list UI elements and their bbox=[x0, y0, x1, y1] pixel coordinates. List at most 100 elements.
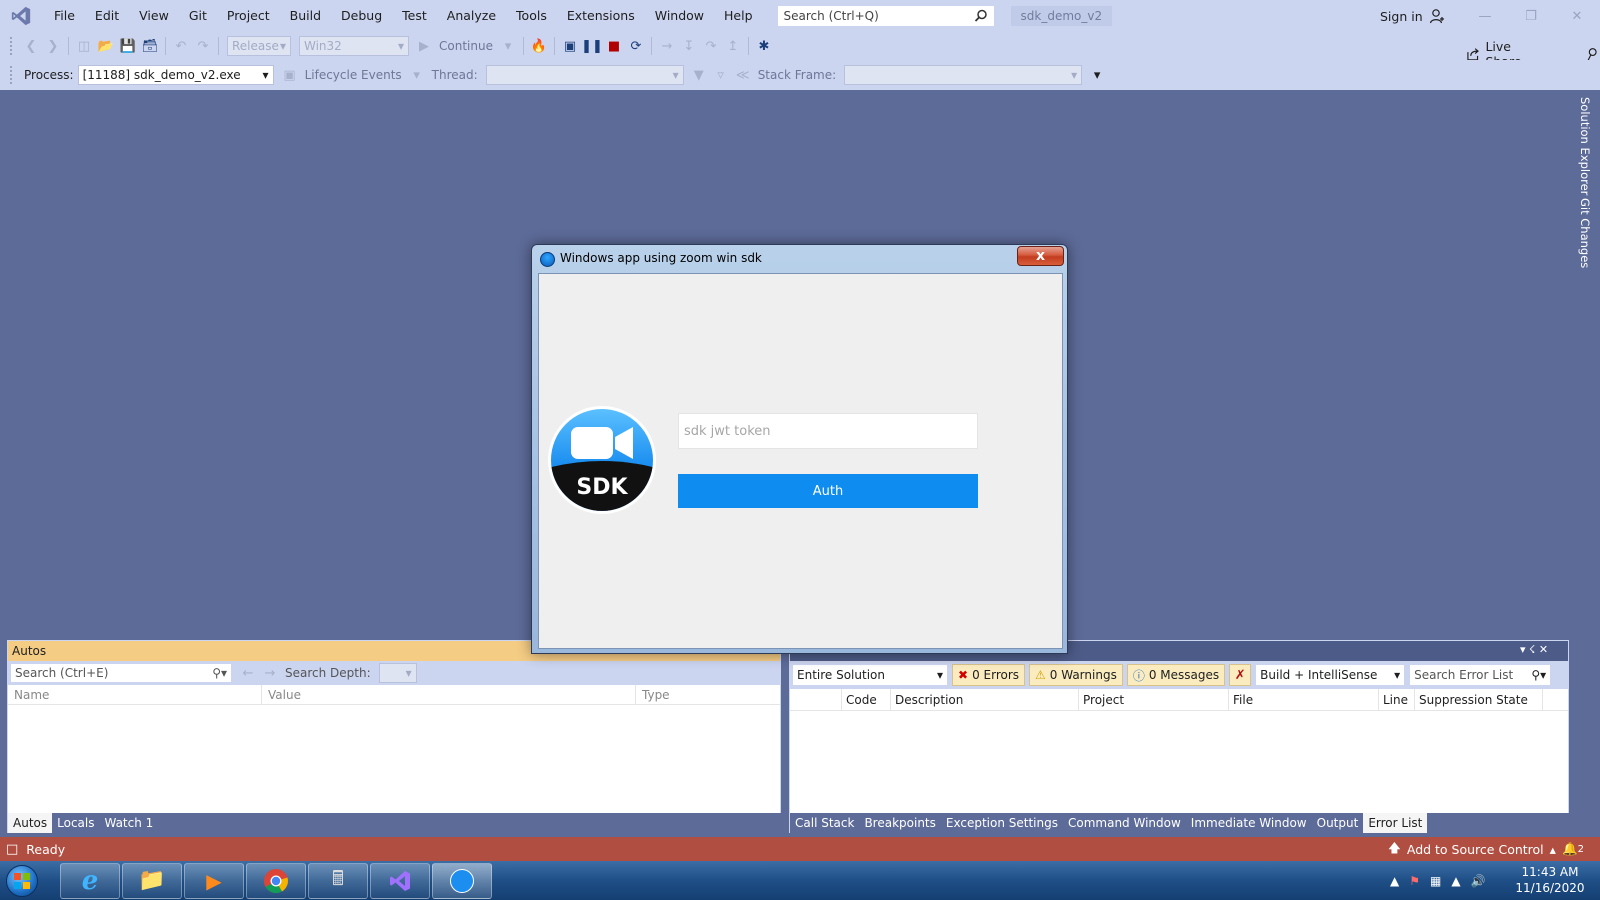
error-scope-select[interactable]: Entire Solution ▾ bbox=[792, 664, 948, 686]
column-suppression-state[interactable]: Suppression State bbox=[1415, 688, 1543, 711]
pause-icon[interactable]: ❚❚ bbox=[581, 36, 603, 56]
tab-autos[interactable]: Autos bbox=[8, 813, 53, 833]
lifecycle-events-button[interactable]: Lifecycle Events bbox=[305, 68, 402, 82]
taskbar-visual-studio[interactable] bbox=[370, 862, 430, 899]
column-project[interactable]: Project bbox=[1079, 688, 1229, 711]
taskbar-file-explorer[interactable]: 📁 bbox=[122, 862, 182, 899]
menu-build[interactable]: Build bbox=[280, 0, 331, 32]
tab-output[interactable]: Output bbox=[1312, 813, 1364, 833]
sign-in-button[interactable]: Sign in bbox=[1380, 8, 1445, 24]
jwt-token-input[interactable] bbox=[678, 413, 978, 449]
close-window-button[interactable]: ✕ bbox=[1554, 0, 1600, 32]
column-name[interactable]: Name bbox=[8, 684, 262, 705]
solution-explorer-tab[interactable]: Solution Explorer bbox=[1578, 97, 1592, 195]
restore-button[interactable]: ❐ bbox=[1508, 0, 1554, 32]
build-filter-select[interactable]: Build + IntelliSense ▾ bbox=[1255, 664, 1406, 686]
continue-button[interactable]: Continue bbox=[439, 39, 493, 53]
network-icon[interactable]: ▲ bbox=[1451, 874, 1460, 888]
errors-filter-button[interactable]: ✖ 0 Errors bbox=[952, 664, 1026, 686]
menu-project[interactable]: Project bbox=[217, 0, 280, 32]
thread-select[interactable]: ▾ bbox=[485, 65, 684, 85]
navigate-back-icon[interactable]: ❮ bbox=[21, 36, 41, 56]
show-hidden-icons-icon[interactable]: ▲ bbox=[1390, 874, 1399, 888]
tab-exception-settings[interactable]: Exception Settings bbox=[941, 813, 1063, 833]
system-clock[interactable]: 11:43 AM 11/16/2020 bbox=[1515, 864, 1585, 896]
taskbar-zoom-sdk-app[interactable] bbox=[432, 862, 492, 899]
clear-filter-icon[interactable]: ✗ bbox=[1229, 664, 1252, 686]
taskbar-internet-explorer[interactable]: e bbox=[60, 862, 120, 899]
output-window-icon[interactable]: □ bbox=[6, 842, 18, 857]
redo-icon[interactable]: ↷ bbox=[193, 36, 213, 56]
process-select[interactable]: [11188] sdk_demo_v2.exe ▾ bbox=[77, 65, 274, 85]
source-control-button[interactable]: 🡅 Add to Source Control ▴ bbox=[1388, 839, 1556, 860]
search-forward-icon[interactable]: → bbox=[260, 663, 280, 683]
filter-clear-icon[interactable]: ▿ bbox=[711, 65, 731, 85]
column-value[interactable]: Value bbox=[262, 684, 636, 705]
menu-window[interactable]: Window bbox=[645, 0, 714, 32]
step-out-icon[interactable]: ↥ bbox=[723, 36, 743, 56]
search-depth-select[interactable]: ▾ bbox=[378, 663, 417, 683]
menu-file[interactable]: File bbox=[44, 0, 85, 32]
column-description[interactable]: Description bbox=[891, 688, 1079, 711]
toolbar-overflow-icon[interactable]: ▾ bbox=[1087, 65, 1107, 85]
tab-command-window[interactable]: Command Window bbox=[1063, 813, 1186, 833]
taskbar-media-player[interactable]: ▶ bbox=[184, 862, 244, 899]
start-button[interactable] bbox=[0, 861, 44, 900]
menu-tools[interactable]: Tools bbox=[506, 0, 557, 32]
tab-locals[interactable]: Locals bbox=[52, 813, 99, 833]
chevron-down-icon[interactable]: ▾ bbox=[407, 65, 427, 85]
volume-icon[interactable]: 🔊 bbox=[1471, 874, 1486, 888]
filter-icon[interactable]: ▼ bbox=[689, 65, 709, 85]
tab-error-list[interactable]: Error List bbox=[1363, 813, 1428, 833]
tab-watch-1[interactable]: Watch 1 bbox=[99, 813, 158, 833]
tab-breakpoints[interactable]: Breakpoints bbox=[859, 813, 940, 833]
column-type[interactable]: Type bbox=[636, 685, 762, 705]
menu-extensions[interactable]: Extensions bbox=[557, 0, 645, 32]
column-file[interactable]: File bbox=[1229, 688, 1379, 711]
quick-search-input[interactable]: Search (Ctrl+Q) bbox=[776, 5, 995, 27]
navigate-forward-icon[interactable]: ❯ bbox=[43, 36, 63, 56]
step-into-icon[interactable]: ↧ bbox=[679, 36, 699, 56]
open-folder-icon[interactable]: 📂 bbox=[96, 36, 116, 56]
taskbar-calculator[interactable]: 🖩 bbox=[308, 862, 368, 899]
device-icon[interactable]: ▦ bbox=[1430, 874, 1441, 888]
stack-frame-select[interactable]: ▾ bbox=[844, 65, 1083, 85]
menu-git[interactable]: Git bbox=[179, 0, 217, 32]
action-center-flag-icon[interactable]: ⚑ bbox=[1409, 874, 1420, 888]
git-changes-tab[interactable]: Git Changes bbox=[1578, 198, 1592, 268]
dialog-close-button[interactable]: x bbox=[1017, 246, 1064, 266]
restart-icon[interactable]: ⟳ bbox=[626, 36, 646, 56]
messages-filter-button[interactable]: ⓘ 0 Messages bbox=[1126, 664, 1226, 686]
auth-button[interactable]: Auth bbox=[678, 474, 978, 508]
search-backward-icon[interactable]: ← bbox=[238, 663, 258, 683]
tab-call-stack[interactable]: Call Stack bbox=[790, 813, 859, 833]
toolbar-grip[interactable] bbox=[10, 37, 14, 55]
diagnostic-tools-icon[interactable]: ▣ bbox=[560, 36, 580, 56]
menu-help[interactable]: Help bbox=[714, 0, 763, 32]
column-severity[interactable] bbox=[790, 688, 842, 711]
minimize-button[interactable]: — bbox=[1462, 0, 1508, 32]
error-list-search-input[interactable]: Search Error List ⚲▾ bbox=[1409, 664, 1552, 686]
menu-view[interactable]: View bbox=[129, 0, 179, 32]
parallel-threads-icon[interactable]: ≪ bbox=[733, 65, 753, 85]
toolbar-grip[interactable] bbox=[10, 66, 14, 84]
warnings-filter-button[interactable]: ⚠ 0 Warnings bbox=[1029, 664, 1123, 686]
autos-search-input[interactable]: Search (Ctrl+E) ⚲▾ bbox=[10, 663, 232, 683]
notifications-button[interactable]: 🔔 2 bbox=[1562, 841, 1584, 857]
menu-analyze[interactable]: Analyze bbox=[437, 0, 506, 32]
save-all-icon[interactable]: 🗃 bbox=[140, 36, 160, 56]
step-over-icon[interactable]: ↷ bbox=[701, 36, 721, 56]
stop-icon[interactable]: ■ bbox=[604, 36, 624, 56]
taskbar-chrome[interactable] bbox=[246, 862, 306, 899]
save-icon[interactable]: 💾 bbox=[118, 36, 138, 56]
solution-platform-select[interactable]: Win32 ▾ bbox=[299, 36, 409, 56]
menu-debug[interactable]: Debug bbox=[331, 0, 392, 32]
column-code[interactable]: Code bbox=[842, 688, 891, 711]
show-next-statement-icon[interactable]: → bbox=[657, 36, 677, 56]
menu-test[interactable]: Test bbox=[392, 0, 437, 32]
hot-reload-icon[interactable]: 🔥 bbox=[529, 36, 549, 56]
menu-edit[interactable]: Edit bbox=[85, 0, 129, 32]
solution-configuration-select[interactable]: Release ▾ bbox=[227, 36, 291, 56]
breakpoint-toggle-icon[interactable]: ✱ bbox=[754, 36, 774, 56]
tab-immediate-window[interactable]: Immediate Window bbox=[1186, 813, 1312, 833]
